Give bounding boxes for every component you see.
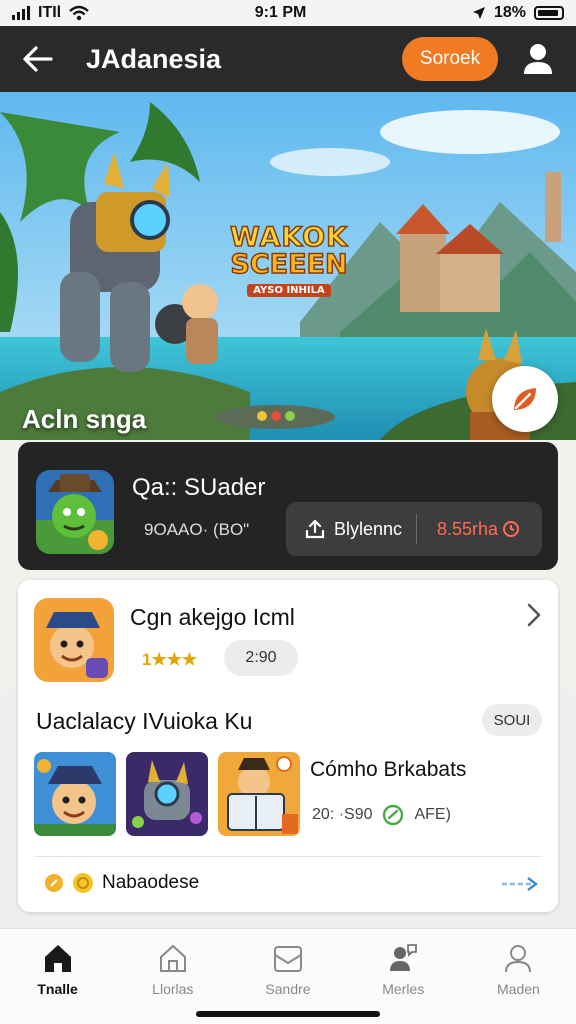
hero-caption: Acln snga xyxy=(22,404,147,434)
bottom-navigation: Tnalle Llorlas Sandre Merles Maden xyxy=(0,928,576,1024)
nav-item-profile[interactable]: Maden xyxy=(461,929,576,1024)
card-divider xyxy=(34,856,542,857)
rewards-row[interactable]: Nabaodese xyxy=(44,872,199,894)
nav-label: Merles xyxy=(382,981,425,997)
home-indicator xyxy=(196,1011,380,1017)
profile-button[interactable] xyxy=(520,41,556,77)
house-outline-icon xyxy=(159,944,186,972)
nav-item-home[interactable]: Tnalle xyxy=(0,929,115,1024)
arrow-right-icon[interactable] xyxy=(500,874,540,894)
section-title: Uaclalacy IVuioka Ku xyxy=(36,708,253,734)
location-arrow-icon xyxy=(472,7,485,19)
carrier-label: ITIl xyxy=(38,4,62,21)
chat-person-icon xyxy=(390,944,418,971)
leaf-icon xyxy=(514,388,536,410)
download-button[interactable]: Blylennc xyxy=(286,518,416,540)
nav-item-messages[interactable]: Merles xyxy=(346,929,461,1024)
game-title[interactable]: Cgn akejgo Icml xyxy=(130,604,295,631)
game-stat: 20: ·S90 xyxy=(312,806,373,823)
game-thumbnail[interactable] xyxy=(34,752,116,836)
hero-banner[interactable]: WAKOK SCEEEN AYSO INHILA xyxy=(0,92,576,440)
page-title: JAdanesia xyxy=(86,43,222,74)
search-button[interactable]: Soroek xyxy=(402,37,498,81)
featured-game-card[interactable]: Qa:: SUader 9OAAO· (BO" Blylennc 8.55rha xyxy=(18,442,558,570)
nav-label: Sandre xyxy=(265,981,311,997)
battery-icon xyxy=(534,6,564,20)
coin-icon xyxy=(73,873,93,893)
featured-game-meta: 9OAAO· (BO" xyxy=(144,520,250,539)
games-card: Cgn akejgo Icml 1★★★ 2:90 Uaclalacy IVui… xyxy=(18,580,558,912)
nav-item-library[interactable]: Llorlas xyxy=(115,929,230,1024)
status-right: 18% xyxy=(472,4,564,22)
download-label: Blylennc xyxy=(334,518,403,539)
app-screen: ITIl 9:1 PM 18% JAdanesia Soroek WAKOK S… xyxy=(0,0,576,1024)
logo-line-3: AYSO INHILA xyxy=(247,284,331,297)
battery-percent: 18% xyxy=(493,4,526,21)
see-all-button[interactable]: SOUI xyxy=(482,704,542,736)
clock: 9:1 PM xyxy=(254,4,307,21)
wifi-icon xyxy=(69,5,89,21)
game-thumbnail[interactable] xyxy=(126,752,208,836)
upload-icon xyxy=(305,519,325,539)
hero-action-button[interactable] xyxy=(492,366,558,432)
person-icon xyxy=(505,945,532,973)
price-button[interactable]: 8.55rha xyxy=(417,519,520,540)
back-arrow-icon xyxy=(23,46,53,72)
logo-line-1: WAKOK xyxy=(229,222,349,253)
price-label: 8.55rha xyxy=(437,518,499,539)
user-icon xyxy=(524,44,552,74)
game-thumbnail[interactable] xyxy=(218,752,300,836)
featured-game-title: Qa:: SUader xyxy=(132,474,266,501)
mail-box-icon xyxy=(274,946,302,972)
coin-icon xyxy=(45,874,63,892)
back-button[interactable] xyxy=(20,41,56,77)
nav-item-inbox[interactable]: Sandre xyxy=(230,929,345,1024)
nav-label: Maden xyxy=(497,981,540,997)
logo-line-2: SCEEEN xyxy=(230,249,349,280)
game-badge: 2:90 xyxy=(224,640,298,676)
check-circle-icon xyxy=(383,804,404,826)
game-meta: 20: ·S90 AFE) xyxy=(312,804,451,826)
rewards-label: Nabaodese xyxy=(102,872,200,893)
nav-label: Llorlas xyxy=(152,981,194,997)
chevron-right-icon[interactable] xyxy=(524,602,544,628)
game-tag: AFE) xyxy=(414,806,451,823)
signal-icon xyxy=(12,6,30,20)
clock-icon xyxy=(503,521,520,537)
status-bar: ITIl 9:1 PM 18% xyxy=(0,0,576,26)
nav-label: Tnalle xyxy=(37,981,78,997)
featured-game-icon xyxy=(36,470,114,554)
game-logo: WAKOK SCEEEN AYSO INHILA xyxy=(226,222,352,297)
home-icon xyxy=(44,945,71,972)
game-title[interactable]: Cómho Brkabats xyxy=(310,758,466,782)
status-left: ITIl xyxy=(12,4,89,22)
featured-actions: Blylennc 8.55rha xyxy=(286,502,542,556)
game-icon[interactable] xyxy=(34,598,114,682)
app-header: JAdanesia Soroek xyxy=(0,26,576,92)
game-rating: 1★★★ xyxy=(142,650,198,669)
